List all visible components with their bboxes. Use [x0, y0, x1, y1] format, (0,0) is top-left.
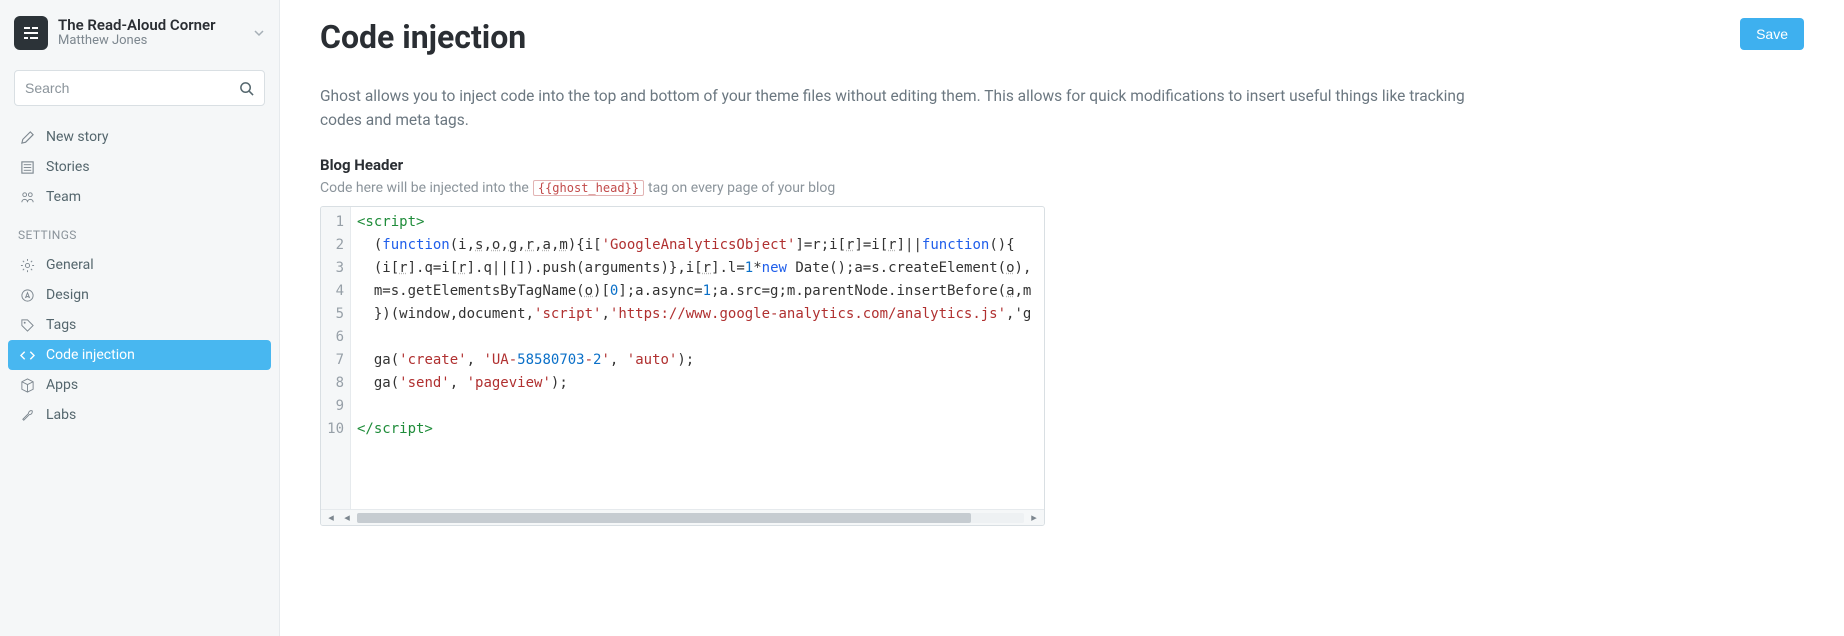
box-icon [18, 378, 36, 393]
nav-settings-heading: SETTINGS [0, 214, 279, 248]
help-before: Code here will be injected into the [320, 180, 529, 196]
page-title: Code injection [320, 18, 526, 56]
sidebar-item-tags[interactable]: Tags [0, 310, 279, 340]
sidebar-item-label: Stories [46, 159, 90, 175]
sidebar-item-label: Apps [46, 377, 78, 393]
site-switcher[interactable]: The Read-Aloud Corner Matthew Jones [0, 10, 279, 62]
main-content: Code injection Save Ghost allows you to … [280, 0, 1844, 636]
sidebar-item-team[interactable]: Team [0, 182, 279, 212]
search-box[interactable] [14, 70, 265, 106]
site-title: The Read-Aloud Corner [58, 17, 215, 34]
sidebar-item-new-story[interactable]: New story [0, 122, 279, 152]
site-title-block: The Read-Aloud Corner Matthew Jones [58, 17, 215, 49]
sidebar-item-stories[interactable]: Stories [0, 152, 279, 182]
blog-header-help: Code here will be injected into the {{gh… [320, 180, 1804, 196]
scroll-left-icon[interactable]: ◂ [341, 511, 353, 524]
main-header: Code injection Save [320, 18, 1804, 56]
tag-icon [18, 318, 36, 333]
search-icon [239, 81, 254, 96]
save-button[interactable]: Save [1740, 18, 1804, 50]
site-avatar [14, 16, 48, 50]
scrollbar-thumb[interactable] [357, 513, 971, 523]
sidebar-item-apps[interactable]: Apps [0, 370, 279, 400]
sidebar-item-design[interactable]: Design [0, 280, 279, 310]
sidebar-item-general[interactable]: General [0, 250, 279, 280]
sidebar: The Read-Aloud Corner Matthew Jones New … [0, 0, 280, 636]
code-editor[interactable]: 12345678910 <script> (function(i,s,o,g,r… [320, 206, 1045, 526]
blog-header-title: Blog Header [320, 156, 1804, 174]
sidebar-item-label: Design [46, 287, 89, 303]
wrench-icon [18, 408, 36, 423]
sidebar-item-code-injection[interactable]: Code injection [8, 340, 271, 370]
sidebar-item-label: New story [46, 129, 109, 145]
ghost-head-chip: {{ghost_head}} [533, 180, 644, 196]
search-wrap [0, 62, 279, 120]
sidebar-item-label: General [46, 257, 94, 273]
editor-gutter: 12345678910 [321, 207, 351, 509]
gear-icon [18, 258, 36, 273]
editor-code[interactable]: <script> (function(i,s,o,g,r,a,m){i['Goo… [351, 207, 1044, 509]
editor-scrollbar[interactable]: ◂ ◂ ▸ [321, 509, 1044, 525]
list-icon [18, 160, 36, 175]
scroll-left-icon[interactable]: ◂ [325, 511, 337, 524]
compass-icon [18, 288, 36, 303]
help-after: tag on every page of your blog [648, 180, 835, 196]
team-icon [18, 190, 36, 205]
scrollbar-track[interactable] [357, 513, 1024, 523]
scroll-right-icon[interactable]: ▸ [1028, 511, 1040, 524]
nav-primary: New story Stories Team [0, 120, 279, 214]
search-input[interactable] [25, 80, 239, 96]
site-user: Matthew Jones [58, 34, 215, 49]
ghost-logo-icon [23, 25, 39, 41]
sidebar-item-label: Tags [46, 317, 76, 333]
editor-body[interactable]: 12345678910 <script> (function(i,s,o,g,r… [321, 207, 1044, 509]
code-icon [18, 348, 36, 363]
nav-settings: General Design Tags Code injection Apps … [0, 248, 279, 432]
sidebar-item-label: Labs [46, 407, 76, 423]
sidebar-item-label: Team [46, 189, 81, 205]
chevron-down-icon [253, 27, 265, 39]
intro-text: Ghost allows you to inject code into the… [320, 84, 1480, 132]
sidebar-item-labs[interactable]: Labs [0, 400, 279, 430]
pencil-icon [18, 130, 36, 145]
sidebar-item-label: Code injection [46, 347, 135, 363]
